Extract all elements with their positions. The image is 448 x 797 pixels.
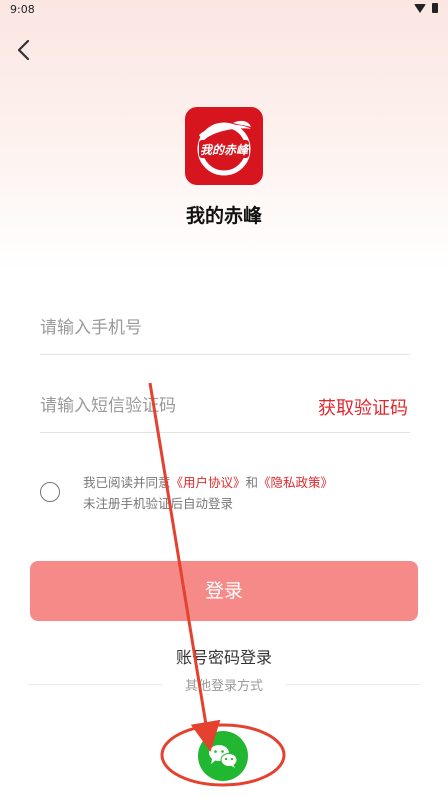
status-time: 9:08 [10, 3, 35, 16]
privacy-policy-link[interactable]: 《隐私政策》 [258, 475, 333, 490]
agreement-row: 我已阅读并同意《用户协议》和《隐私政策》 未注册手机验证后自动登录 [40, 472, 420, 516]
login-button[interactable]: 登录 [30, 561, 418, 621]
status-icons [414, 3, 438, 13]
wechat-icon [209, 745, 238, 768]
agreement-prefix: 我已阅读并同意 [83, 475, 171, 490]
app-logo: 我的赤峰 [185, 107, 263, 185]
agreement-text: 我已阅读并同意《用户协议》和《隐私政策》 未注册手机验证后自动登录 [83, 472, 333, 514]
phone-field-row [40, 302, 410, 355]
code-field-row: 获取验证码 [40, 380, 410, 433]
back-button[interactable] [10, 36, 38, 64]
phone-input[interactable] [40, 312, 290, 344]
status-bar: 9:08 [0, 0, 448, 20]
sms-code-input[interactable] [40, 390, 290, 422]
user-agreement-link[interactable]: 《用户协议》 [171, 475, 246, 490]
wifi-icon [414, 3, 426, 13]
agreement-note: 未注册手机验证后自动登录 [83, 496, 234, 511]
agreement-and: 和 [245, 475, 259, 490]
svg-text:我的赤峰: 我的赤峰 [200, 143, 250, 157]
chevron-left-icon [17, 39, 30, 61]
wechat-login-button[interactable] [198, 731, 248, 781]
divider-right [285, 684, 421, 685]
password-login-link[interactable]: 账号密码登录 [0, 644, 448, 668]
agree-radio[interactable] [40, 482, 60, 502]
get-code-button[interactable]: 获取验证码 [318, 394, 408, 420]
app-name: 我的赤峰 [185, 205, 262, 227]
battery-icon [432, 3, 438, 13]
